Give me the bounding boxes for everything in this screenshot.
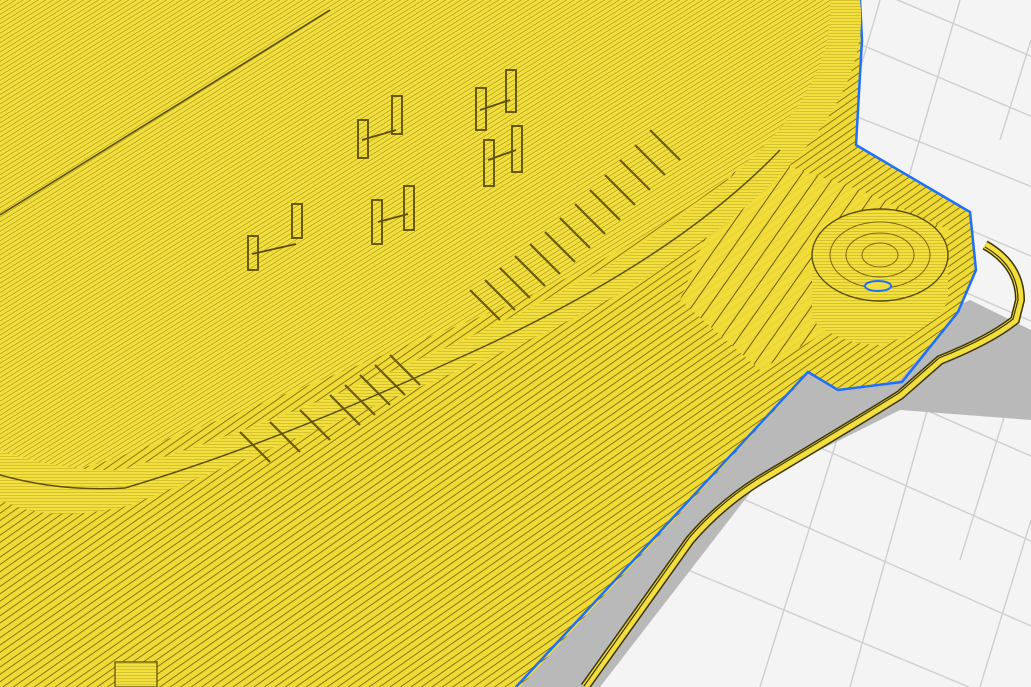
sliced-model-scene[interactable] xyxy=(0,0,1031,687)
slice-preview-viewport[interactable] xyxy=(0,0,1031,687)
bottom-tab xyxy=(114,661,158,687)
